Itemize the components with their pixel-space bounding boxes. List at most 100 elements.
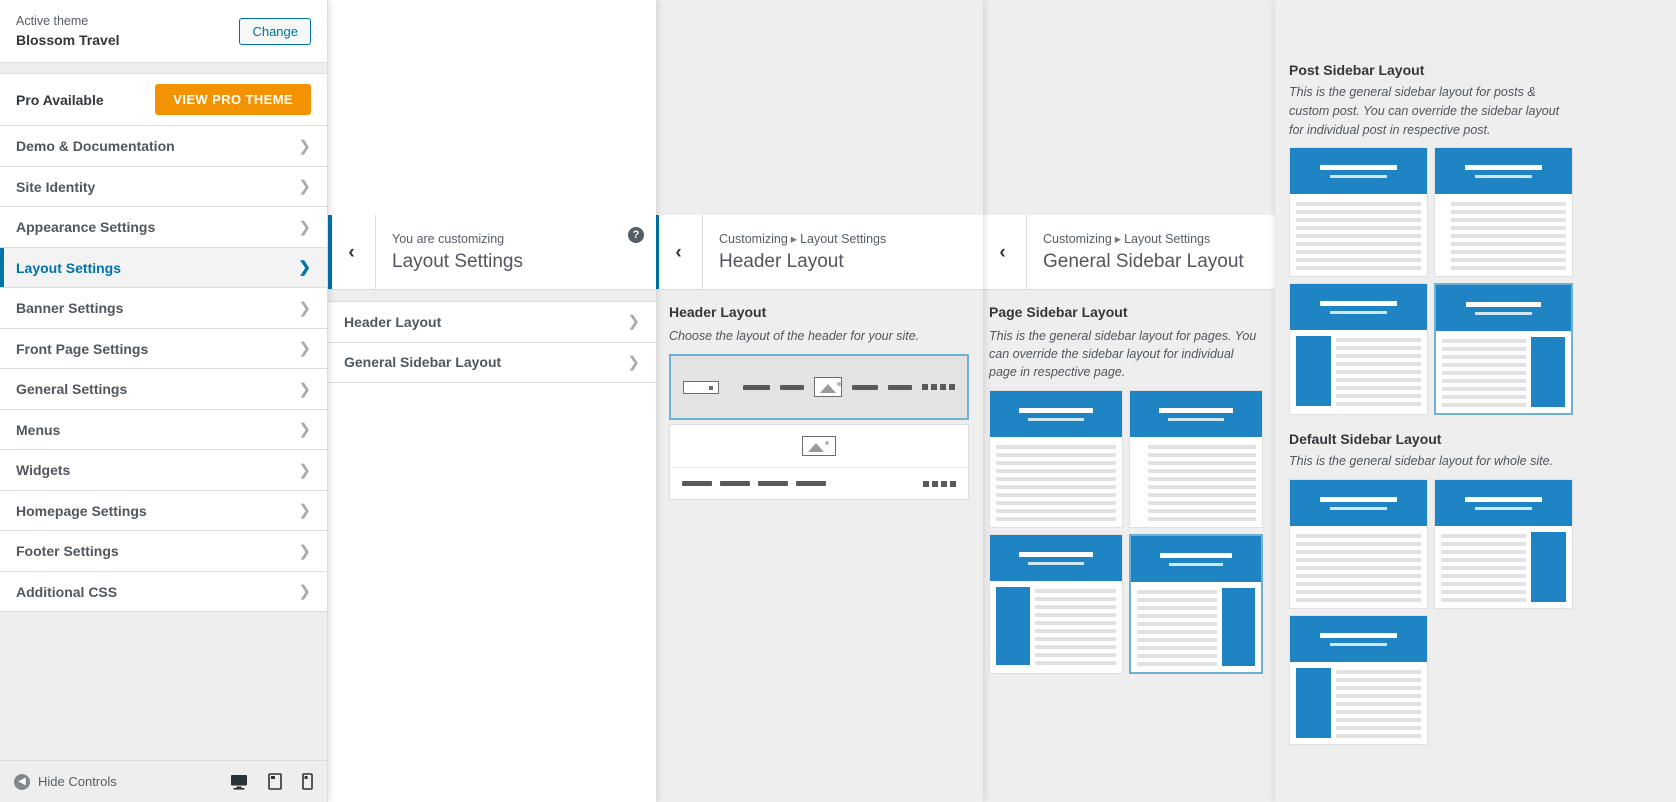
mobile-icon[interactable] <box>302 773 313 790</box>
help-icon: ? <box>628 227 644 243</box>
thumb-header-band <box>1290 480 1427 526</box>
chevron-right-icon: ❯ <box>627 353 640 371</box>
thumb-sidebar-block <box>1530 337 1565 408</box>
back-button-layout-settings[interactable]: ‹ <box>328 215 376 289</box>
chevron-right-icon: ❯ <box>298 502 311 520</box>
panel-layout-settings: ‹ You are customizing Layout Settings ? … <box>328 0 656 802</box>
page-sidebar-layout-description: This is the general sidebar layout for p… <box>989 329 1257 380</box>
sidebar-item-homepage-settings[interactable]: Homepage Settings ❯ <box>0 490 327 532</box>
thumb-header-band <box>1290 148 1427 195</box>
breadcrumb: Customizing ▸ Layout Settings <box>719 230 967 249</box>
default-sidebar-option-left-sidebar[interactable] <box>1289 615 1428 745</box>
image-placeholder-icon <box>814 377 843 398</box>
thumb-content <box>1290 194 1427 277</box>
thumb-sidebar-block <box>1531 532 1566 602</box>
thumb-content <box>1290 330 1427 413</box>
sidebar-item-demo-documentation[interactable]: Demo & Documentation ❯ <box>0 126 327 167</box>
sidebar-item-label: Homepage Settings <box>16 502 147 519</box>
sidebar-filler <box>0 612 327 760</box>
pro-available-label: Pro Available <box>16 91 104 108</box>
panel-title: Header Layout <box>719 250 844 272</box>
sidebar-item-front-page-settings[interactable]: Front Page Settings ❯ <box>0 328 327 370</box>
hide-controls-button[interactable]: ◀ Hide Controls <box>14 773 117 790</box>
page-sidebar-option-left-sidebar[interactable] <box>989 534 1123 675</box>
panel-header: ‹ Customizing ▸ Layout Settings Header Lay… <box>655 215 983 290</box>
sidebar-item-footer-settings[interactable]: Footer Settings ❯ <box>0 531 327 572</box>
post-sidebar-option-left-sidebar[interactable] <box>1289 283 1428 416</box>
chevron-right-icon: ❯ <box>627 313 640 331</box>
post-sidebar-layout-title: Post Sidebar Layout <box>1289 62 1425 78</box>
post-sidebar-option-right-sidebar[interactable] <box>1434 283 1573 416</box>
image-placeholder-icon <box>802 436 836 457</box>
section-item-label: General Sidebar Layout <box>344 354 502 371</box>
page-sidebar-option-full-width[interactable] <box>989 390 1123 529</box>
sidebar-item-appearance-settings[interactable]: Appearance Settings ❯ <box>0 207 327 248</box>
change-theme-button[interactable]: Change <box>239 17 311 45</box>
thumb-content <box>1435 194 1572 277</box>
chevron-right-icon: ❯ <box>298 340 311 358</box>
chevron-right-icon: ❯ <box>298 380 311 398</box>
sidebar-item-label: Front Page Settings <box>16 340 149 357</box>
header-layout-option-centered[interactable] <box>669 424 969 501</box>
tablet-icon[interactable] <box>268 773 282 790</box>
section-item-header-layout[interactable]: Header Layout ❯ <box>328 302 656 343</box>
thumb-header-band <box>1290 284 1427 331</box>
panel-body: Header Layout ❯ General Sidebar Layout ❯ <box>328 290 656 802</box>
breadcrumb-separator-icon: ▸ <box>790 231 798 246</box>
sidebar-item-label: Layout Settings <box>16 259 122 276</box>
sidebar-item-widgets[interactable]: Widgets ❯ <box>0 450 327 491</box>
thumb-header-band <box>1131 536 1261 583</box>
header-layout-preview-inline <box>671 356 967 419</box>
section-item-general-sidebar-layout[interactable]: General Sidebar Layout ❯ <box>328 342 656 383</box>
back-button-header-layout[interactable]: ‹ <box>655 215 703 289</box>
default-sidebar-layout-description: This is the general sidebar layout for w… <box>1289 454 1554 469</box>
section-item-label: Header Layout <box>344 313 442 330</box>
chevron-right-icon: ❯ <box>298 178 311 196</box>
social-icons-placeholder <box>923 480 956 487</box>
customizer-screen: Post Sidebar Layout This is the general … <box>0 0 1676 802</box>
chevron-right-icon: ❯ <box>298 299 311 317</box>
page-sidebar-option-right-sidebar[interactable] <box>1129 534 1263 675</box>
breadcrumb-root[interactable]: Customizing <box>1043 232 1112 246</box>
sidebar-item-label: Widgets <box>16 462 71 479</box>
sidebar-layout-extra-region: Post Sidebar Layout This is the general … <box>1275 0 1676 802</box>
breadcrumb-parent[interactable]: Layout Settings <box>800 232 886 246</box>
active-theme-name: Blossom Travel <box>16 32 120 49</box>
page-sidebar-layout-title: Page Sidebar Layout <box>989 304 1128 320</box>
sidebar-item-additional-css[interactable]: Additional CSS ❯ <box>0 571 327 613</box>
thumb-content <box>1290 662 1427 744</box>
active-theme-info: Active theme Blossom Travel <box>16 12 120 50</box>
header-layout-option-inline[interactable] <box>669 354 969 421</box>
default-sidebar-option-full-width[interactable] <box>1289 479 1428 609</box>
thumb-header-band <box>990 391 1122 438</box>
chevron-left-icon: ‹ <box>999 241 1006 263</box>
panel-title: Layout Settings <box>392 250 523 272</box>
breadcrumb-parent[interactable]: Layout Settings <box>1124 232 1210 246</box>
post-sidebar-layout-options <box>1289 147 1573 416</box>
page-sidebar-option-no-sidebar-narrow[interactable] <box>1129 390 1263 529</box>
panel-gap <box>328 290 656 302</box>
sidebar-item-label: Banner Settings <box>16 300 124 317</box>
post-sidebar-option-no-sidebar-narrow[interactable] <box>1434 147 1573 278</box>
chevron-right-icon: ❯ <box>298 137 311 155</box>
sidebar-item-label: Site Identity <box>16 178 96 195</box>
thumb-sidebar-block <box>1296 336 1331 407</box>
breadcrumb-root[interactable]: Customizing <box>719 232 788 246</box>
thumb-header-band <box>1435 148 1572 195</box>
default-sidebar-option-right-sidebar[interactable] <box>1434 479 1573 609</box>
panel-help-button[interactable]: ? <box>616 215 656 289</box>
thumb-sidebar-block <box>1296 668 1331 738</box>
thumb-header-band <box>1130 391 1262 438</box>
sidebar-item-general-settings[interactable]: General Settings ❯ <box>0 369 327 410</box>
view-pro-theme-button[interactable]: VIEW PRO THEME <box>155 84 311 116</box>
back-button-general-sidebar-layout[interactable]: ‹ <box>979 215 1027 289</box>
post-sidebar-option-full-width[interactable] <box>1289 147 1428 278</box>
default-sidebar-layout-options <box>1289 479 1573 745</box>
sidebar-gap <box>0 63 327 74</box>
thumb-sidebar-block <box>996 587 1030 666</box>
sidebar-item-banner-settings[interactable]: Banner Settings ❯ <box>0 288 327 329</box>
sidebar-item-layout-settings[interactable]: Layout Settings ❯ <box>0 247 327 289</box>
sidebar-item-menus[interactable]: Menus ❯ <box>0 409 327 451</box>
desktop-icon[interactable] <box>230 774 248 790</box>
sidebar-item-site-identity[interactable]: Site Identity ❯ <box>0 166 327 208</box>
